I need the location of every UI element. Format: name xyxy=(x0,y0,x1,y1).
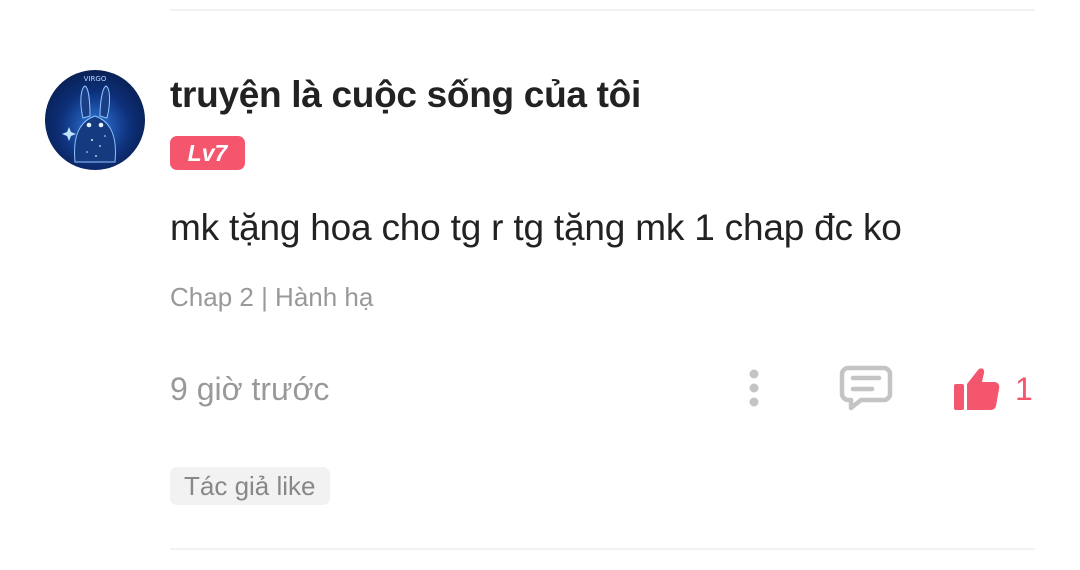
chapter-reference[interactable]: Chap 2 | Hành hạ xyxy=(170,282,373,313)
author-like-tag: Tác giả like xyxy=(170,467,330,505)
like-count: 1 xyxy=(1015,371,1033,407)
svg-text:VIRGO: VIRGO xyxy=(84,75,107,83)
top-divider xyxy=(170,9,1035,11)
virgo-bunny-avatar-icon: VIRGO xyxy=(50,75,140,170)
reply-button[interactable] xyxy=(839,364,893,412)
bottom-divider xyxy=(170,548,1035,550)
thumbs-up-icon xyxy=(954,368,1000,410)
comment-text: mk tặng hoa cho tg r tg tặng mk 1 chap đ… xyxy=(170,207,902,248)
more-options-button[interactable] xyxy=(735,366,773,410)
comment-icon xyxy=(839,365,893,411)
level-badge: Lv7 xyxy=(170,136,245,170)
avatar[interactable]: VIRGO xyxy=(45,70,145,170)
timestamp: 9 giờ trước xyxy=(170,371,330,407)
username[interactable]: truyện là cuộc sống của tôi xyxy=(170,74,641,116)
like-button[interactable]: 1 xyxy=(952,362,1037,414)
more-vertical-icon xyxy=(749,369,759,407)
